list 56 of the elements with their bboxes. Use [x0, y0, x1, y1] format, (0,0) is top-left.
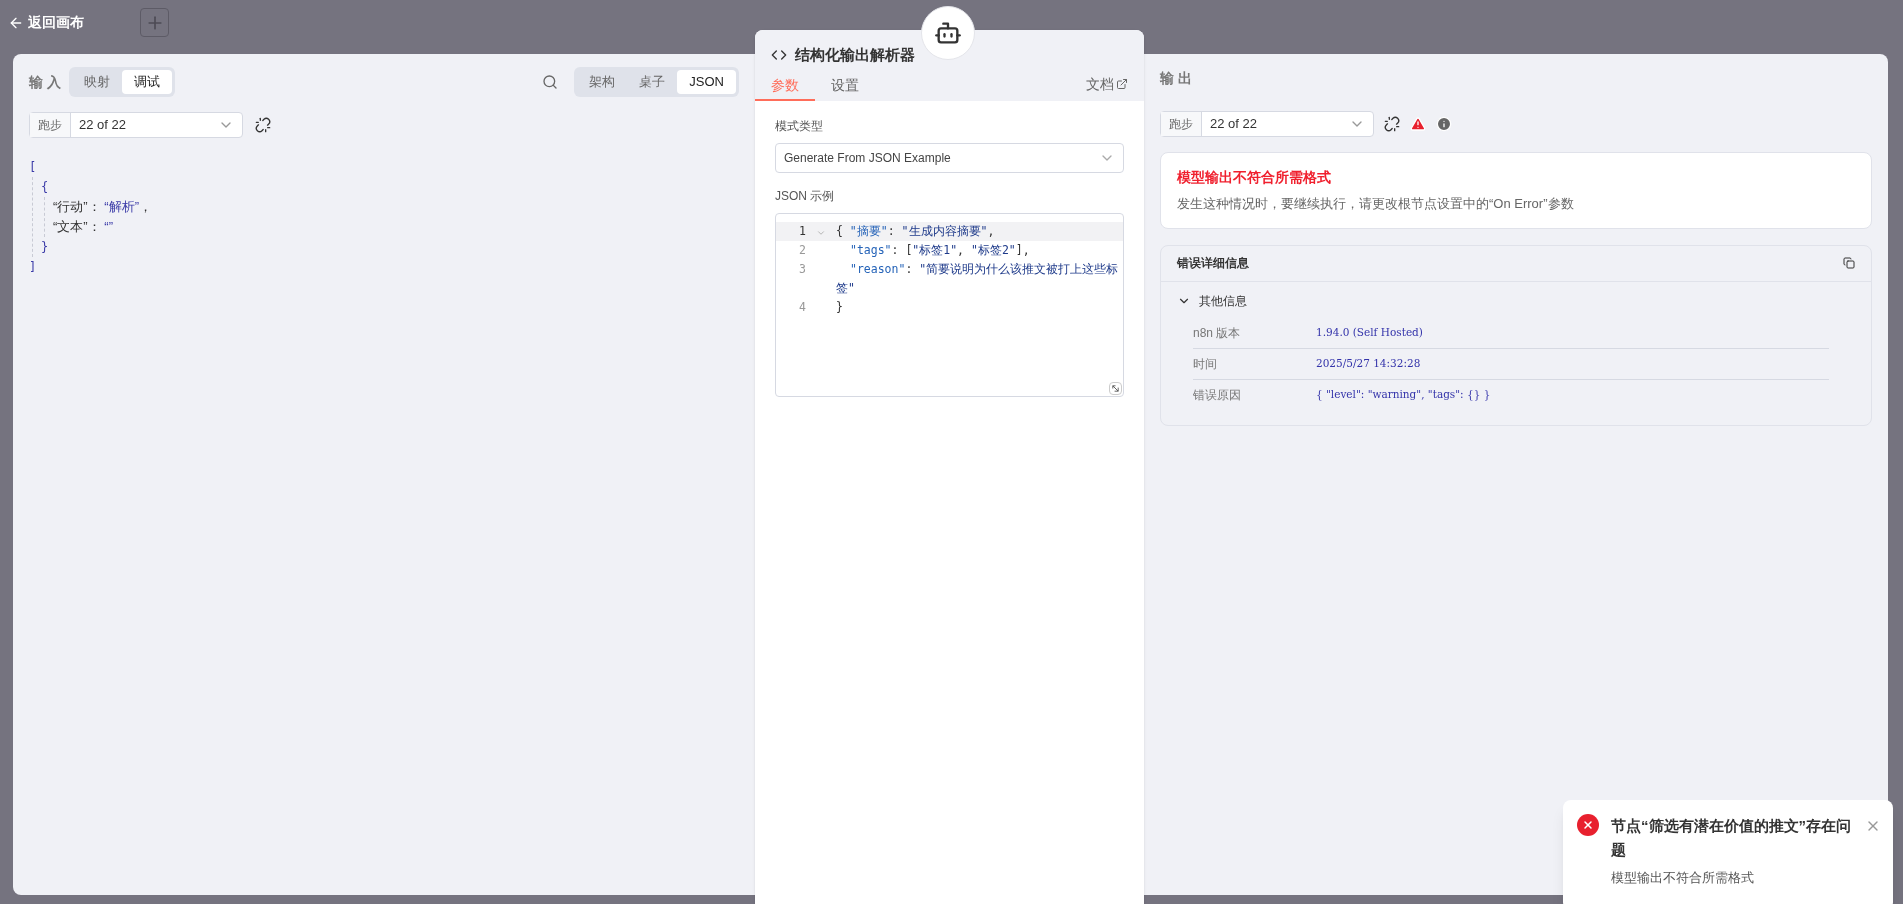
detail-value: 2025/5/27 14:32:28 — [1316, 355, 1421, 371]
json-field: “文本”： “” — [53, 217, 739, 237]
json-bracket: } — [41, 240, 49, 254]
segment-tab[interactable]: 调试 — [121, 70, 172, 94]
detail-label: 错误原因 — [1193, 387, 1242, 404]
run-value: 22 of 22 — [1209, 115, 1258, 134]
code-line: "tags": ["标签1", "标签2"], — [849, 241, 1031, 259]
segment-tab[interactable]: 映射 — [71, 70, 122, 94]
code-line: { "摘要": "生成内容摘要", — [836, 222, 996, 240]
external-link-icon — [1116, 78, 1128, 90]
panel-title: 输 入 — [29, 72, 61, 92]
node-title: 结构化输出解析器 — [795, 45, 915, 65]
resize-handle-icon[interactable] — [1109, 381, 1122, 395]
node-tab[interactable]: 设置 — [815, 72, 875, 101]
error-message: 发生这种情况时，要继续执行，请更改根节点设置中的“On Error”参数 — [1177, 195, 1575, 213]
run-value: 22 of 22 — [78, 116, 127, 135]
docs-link[interactable]: 文档 — [1086, 73, 1128, 95]
panel-title: 输 出 — [1160, 69, 1193, 88]
code-editor[interactable]: 1 { "摘要": "生成内容摘要", 2 "tags": ["标签1", "标签2"], 3 "reason": "简要说明为什么该推文被打上这些标签" 4 } — [775, 212, 1124, 397]
copy-icon[interactable] — [1843, 257, 1855, 269]
detail-label: 时间 — [1193, 355, 1218, 373]
unlink-icon[interactable] — [1384, 116, 1400, 132]
detail-value: 1.94.0 (Self Hosted) — [1316, 324, 1423, 340]
toast-message: 模型输出不符合所需格式 — [1611, 869, 1755, 887]
details-title: 错误详细信息 — [1177, 255, 1250, 272]
line-number: 4 — [798, 298, 806, 316]
segment-tab[interactable]: 桌子 — [627, 70, 678, 94]
field-label: 模式类型 — [775, 117, 824, 135]
json-bracket: [ — [29, 160, 37, 174]
error-title: 模型输出不符合所需格式 — [1177, 168, 1332, 187]
segment-tab[interactable]: JSON — [677, 70, 736, 94]
line-number: 2 — [798, 241, 806, 259]
run-select[interactable]: 跑步 22 of 22 — [29, 112, 243, 138]
code-line: } — [836, 298, 844, 316]
search-icon[interactable] — [542, 74, 559, 90]
segment-tab[interactable]: 架构 — [577, 70, 628, 94]
back-link[interactable]: 返回画布 — [8, 12, 84, 33]
run-label: 跑步 — [1161, 112, 1202, 136]
json-bracket: ] — [29, 260, 37, 274]
code-line: "reason": "简要说明为什么该推文被打上这些标签" — [836, 260, 1120, 297]
run-label: 跑步 — [30, 113, 71, 137]
line-number: 3 — [798, 260, 806, 278]
detail-label: n8n 版本 — [1193, 324, 1242, 342]
unlink-icon[interactable] — [255, 117, 271, 133]
line-number: 1 — [798, 222, 806, 240]
toast-title: 节点“筛选有潜在价值的推文”存在问题 — [1611, 816, 1852, 860]
error-icon — [1577, 814, 1599, 836]
detail-value: { "level": "warning", "tags": {} } — [1316, 387, 1491, 403]
json-field: “行动”： “解析”， — [53, 197, 739, 217]
schema-type-select[interactable]: Generate From JSON Example — [775, 142, 1124, 173]
section-toggle[interactable]: 其他信息 — [1177, 291, 1247, 310]
info-icon — [1436, 116, 1452, 132]
warning-icon — [1410, 116, 1426, 132]
run-select[interactable]: 跑步 22 of 22 — [1160, 111, 1374, 137]
json-bracket: { — [41, 180, 49, 194]
field-label: JSON 示例 — [775, 187, 836, 205]
